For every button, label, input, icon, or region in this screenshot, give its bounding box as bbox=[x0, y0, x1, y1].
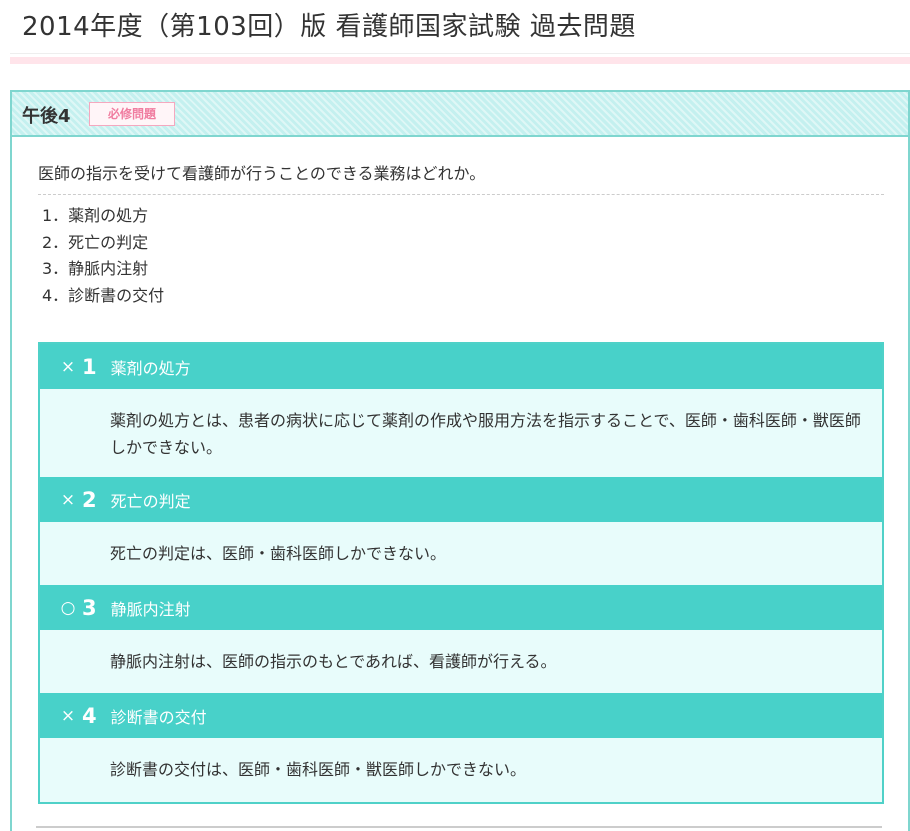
choice-list: 1．薬剤の処方 2．死亡の判定 3．静脈内注射 4．診断書の交付 bbox=[42, 203, 164, 309]
explanation-header: ○ 3 静脈内注射 bbox=[40, 585, 882, 630]
explanation-choice-number: 2 bbox=[82, 487, 97, 512]
explanation-body: 静脈内注射は、医師の指示のもとであれば、看護師が行える。 bbox=[110, 652, 557, 671]
explanation-header: × 4 診断書の交付 bbox=[40, 693, 882, 738]
title-accent-bar bbox=[10, 57, 910, 64]
title-divider bbox=[10, 53, 910, 54]
answer-explanation-box: × 1 薬剤の処方 薬剤の処方とは、患者の病状に応じて薬剤の作成や服用方法を指示… bbox=[38, 342, 884, 804]
question-card: 午後4 必修問題 医師の指示を受けて看護師が行うことのできる業務はどれか。 1．… bbox=[10, 90, 910, 831]
explanation-choice-number: 3 bbox=[82, 595, 97, 620]
explanation-body: 診断書の交付は、医師・歯科医師・獣医師しかできない。 bbox=[110, 760, 527, 779]
incorrect-mark-icon: × bbox=[60, 489, 76, 510]
question-number: 午後4 bbox=[22, 106, 71, 127]
explanation-body: 薬剤の処方とは、患者の病状に応じて薬剤の作成や服用方法を指示することで、医師・歯… bbox=[110, 411, 861, 457]
explanation-body: 死亡の判定は、医師・歯科医師しかできない。 bbox=[110, 544, 447, 563]
next-section-edge bbox=[36, 826, 882, 828]
incorrect-mark-icon: × bbox=[60, 705, 76, 726]
page-title: 2014年度（第103回）版 看護師国家試験 過去問題 bbox=[22, 12, 636, 42]
question-text: 医師の指示を受けて看護師が行うことのできる業務はどれか。 bbox=[38, 160, 884, 195]
explanation-title: 静脈内注射 bbox=[110, 599, 191, 619]
correct-mark-icon: ○ bbox=[60, 597, 76, 618]
explanation-title: 死亡の判定 bbox=[110, 491, 191, 511]
choice-item: 1．薬剤の処方 bbox=[42, 206, 149, 225]
required-badge: 必修問題 bbox=[89, 102, 175, 126]
choice-item: 2．死亡の判定 bbox=[42, 232, 149, 252]
explanation-choice-number: 1 bbox=[82, 354, 97, 379]
explanation-header: × 1 薬剤の処方 bbox=[40, 344, 882, 389]
explanation-header: × 2 死亡の判定 bbox=[40, 477, 882, 522]
choice-item: 3．静脈内注射 bbox=[42, 259, 149, 278]
choice-item: 4．診断書の交付 bbox=[42, 285, 165, 305]
question-header: 午後4 必修問題 bbox=[12, 92, 908, 137]
incorrect-mark-icon: × bbox=[60, 356, 76, 377]
explanation-choice-number: 4 bbox=[82, 703, 97, 728]
explanation-title: 薬剤の処方 bbox=[110, 358, 191, 378]
explanation-title: 診断書の交付 bbox=[110, 707, 207, 727]
